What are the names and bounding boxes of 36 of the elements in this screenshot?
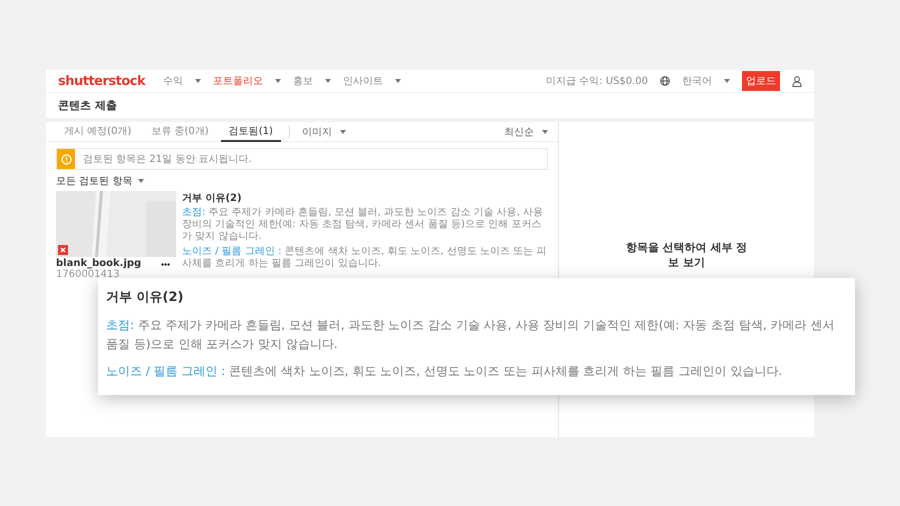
caret-icon: [340, 130, 346, 134]
tab[interactable]: 게시 예정(0개): [56, 122, 140, 142]
caret-icon: [395, 79, 402, 83]
user-icon[interactable]: [792, 76, 802, 86]
caret-icon: [275, 79, 282, 83]
caret-icon: [138, 179, 144, 183]
page-title: 콘텐츠 제출: [46, 93, 814, 122]
nav-item[interactable]: 포트폴리오: [213, 74, 264, 88]
rejection-reason: 초점: 주요 주제가 카메라 흔들림, 모션 블러, 과도한 노이즈 감소 기술 사용, 사용 장비의 기술적인 제한(예: 자동 초점 탐색, 카메라 센서 품질 등)으로 인해 포커스가 맞지 않습니다.: [182, 207, 544, 243]
rejection-reason: 노이즈 / 필름 그레인 : 콘텐츠에 색차 노이즈, 휘도 노이즈, 선명도 노이즈 또는 피사체를 흐리게 하는 필름 그레인이 있습니다.: [106, 363, 784, 380]
language-selector[interactable]: 한국어: [682, 74, 712, 88]
globe-icon: [660, 76, 670, 86]
caret-icon: [724, 79, 730, 83]
sort-dropdown[interactable]: 최신순: [500, 124, 538, 138]
type-dropdown[interactable]: 이미지: [298, 124, 336, 138]
caret-icon: [325, 79, 332, 83]
tab[interactable]: 보류 중(0개): [143, 122, 217, 142]
nav-item[interactable]: 홍보: [293, 74, 314, 88]
file-id: 1760001413: [56, 269, 121, 280]
rejection-title: 거부 이유(2): [182, 192, 243, 205]
item-filter[interactable]: 모든 검토된 항목: [56, 174, 132, 188]
rejection-reason: 노이즈 / 필름 그레인 : 콘텐츠에 색차 노이즈, 휘도 노이즈, 선명도 노이즈 또는 피사체를 흐리게 하는 필름 그레인이 있습니다.: [182, 246, 548, 270]
file-name: blank_book.jpg: [56, 258, 142, 269]
caret-icon: [195, 79, 202, 83]
warning-icon: [60, 154, 72, 164]
tab[interactable]: 검토됨(1): [220, 122, 281, 142]
logo[interactable]: shutterstock: [58, 74, 146, 88]
detail-prompt: 항목을 선택하여 세부 정보 보기: [624, 240, 748, 270]
upload-button[interactable]: 업로드: [742, 71, 780, 91]
rejection-title: 거부 이유(2): [106, 289, 184, 306]
earnings-text: 미지급 수익: US$0.00: [546, 75, 648, 88]
rejection-reason: 초점: 주요 주제가 카메라 흔들림, 모션 블러, 과도한 노이즈 감소 기술 사용, 사용 장비의 기술적인 제한(예: 자동 초점 탐색, 카메라 센서 품질 등)으로 인해 포커스가 맞지 않습니다.: [106, 317, 836, 354]
nav-item[interactable]: 수익: [163, 74, 184, 88]
nav-item[interactable]: 인사이트: [343, 74, 384, 88]
notice-text: 검토된 항목은 21일 동안 표시됩니다.: [82, 153, 252, 166]
caret-icon: [542, 130, 548, 134]
